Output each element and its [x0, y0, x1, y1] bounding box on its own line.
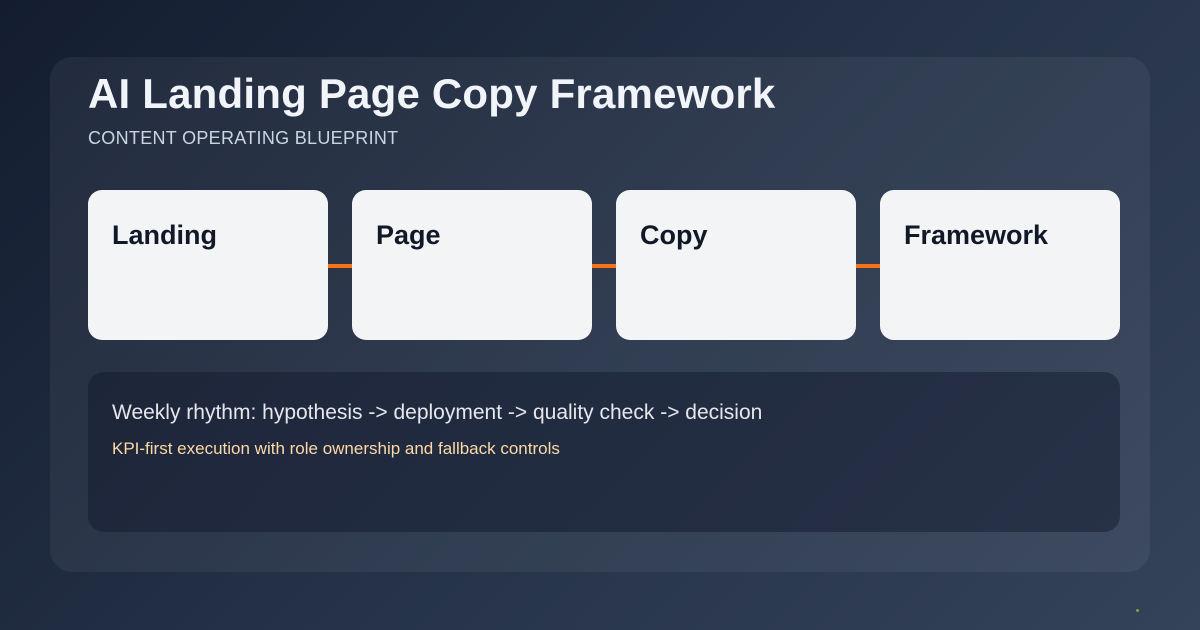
step-card-page: Page [352, 190, 592, 340]
page-subtitle: CONTENT OPERATING BLUEPRINT [88, 128, 399, 148]
step-card-framework: Framework [880, 190, 1120, 340]
connector-2-3 [592, 264, 616, 268]
step-card-landing: Landing [88, 190, 328, 340]
rhythm-text: Weekly rhythm: hypothesis -> deployment … [112, 401, 763, 424]
step-card-copy: Copy [616, 190, 856, 340]
step-label: Landing [112, 220, 217, 250]
step-label: Page [376, 220, 441, 250]
execution-note: KPI-first execution with role ownership … [112, 439, 560, 458]
step-label: Framework [904, 220, 1049, 250]
info-box: Weekly rhythm: hypothesis -> deployment … [88, 372, 1120, 532]
decorative-dot [1136, 609, 1139, 612]
connector-1-2 [328, 264, 352, 268]
connector-3-4 [856, 264, 880, 268]
step-label: Copy [640, 220, 708, 250]
page-title: AI Landing Page Copy Framework [88, 70, 776, 117]
